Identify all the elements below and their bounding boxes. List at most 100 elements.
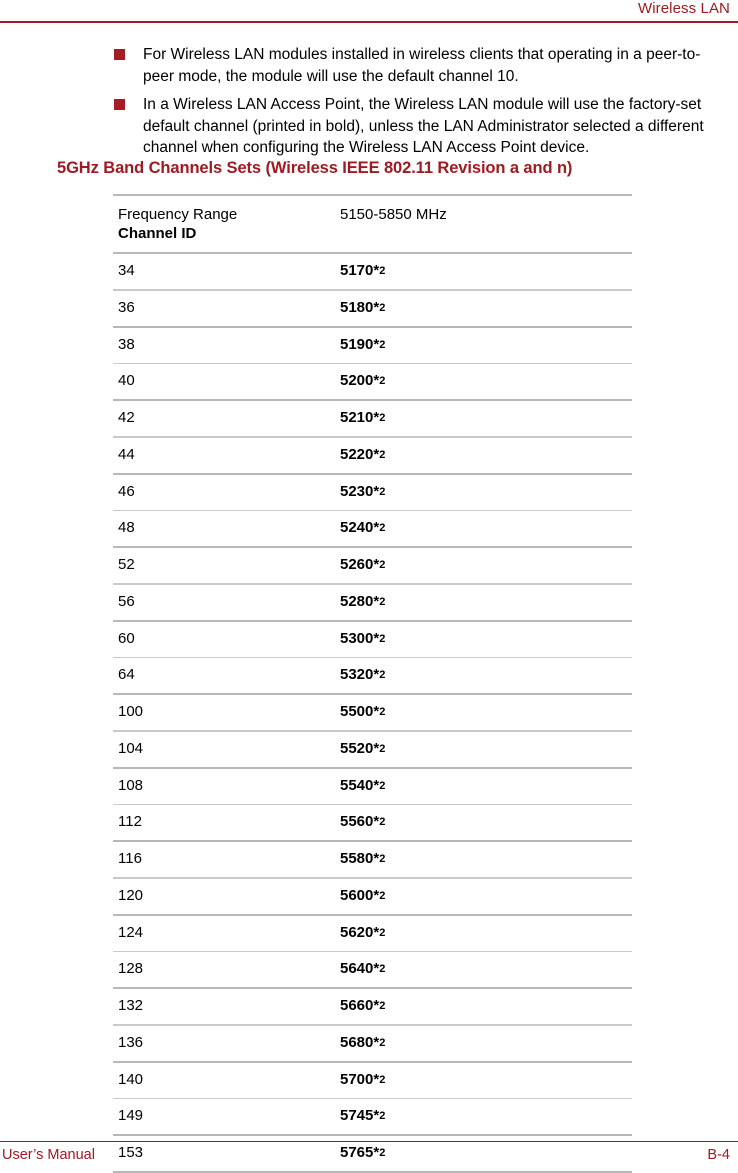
running-header: Wireless LAN xyxy=(0,0,738,22)
table-row: 56 5280*2 xyxy=(113,585,632,620)
frequency-value: 5700 xyxy=(340,1070,374,1088)
frequency-value: 5560 xyxy=(340,813,374,830)
table-body: 34 5170*2 36 5180*2 38 5190*2 40 5200*2 42 5210*2… xyxy=(113,252,632,1173)
frequency-value: 5580 xyxy=(340,850,374,867)
table-row: 120 5600*2 xyxy=(113,879,632,914)
table-header-cell-range: 5150-5850 MHz xyxy=(340,206,447,223)
footnote-index: 2 xyxy=(379,926,386,939)
frequency-value: 5210 xyxy=(340,409,374,426)
table-cell-frequency: 5580*2 xyxy=(340,842,632,877)
table-cell-frequency: 5745*2 xyxy=(340,1099,632,1134)
running-header-title: Wireless LAN xyxy=(637,0,730,17)
frequency-value: 5320 xyxy=(340,666,374,683)
table-row: 116 5580*2 xyxy=(113,842,632,877)
table-cell-frequency: 5210*2 xyxy=(340,401,632,436)
table-row: 44 5220*2 xyxy=(113,438,632,473)
table-cell-channel-id: 100 xyxy=(118,703,144,720)
footnote-index: 2 xyxy=(379,816,386,828)
table-cell-frequency: 5320*2 xyxy=(340,658,632,693)
frequency-value: 5200 xyxy=(340,372,374,389)
table-cell-channel-id: 52 xyxy=(118,556,135,573)
table-cell-channel-id: 128 xyxy=(118,960,144,977)
table-cell-frequency: 5300*2 xyxy=(340,622,632,657)
frequency-value: 5230 xyxy=(340,482,374,500)
frequency-value: 5620 xyxy=(340,923,374,941)
list-item-text: For Wireless LAN modules installed in wi… xyxy=(143,46,701,85)
square-bullet-icon xyxy=(114,99,125,110)
footnote-index: 2 xyxy=(379,742,386,755)
frequency-value: 5280 xyxy=(340,592,374,610)
section-heading: 5GHz Band Channels Sets (Wireless IEEE 8… xyxy=(57,159,573,177)
frequency-value: 5300 xyxy=(340,629,374,647)
table-cell-channel-id: 36 xyxy=(118,298,135,316)
table-cell-frequency: 5170*2 xyxy=(340,254,632,289)
table-row: 112 5560*2 xyxy=(113,805,632,840)
frequency-value: 5660 xyxy=(340,997,374,1014)
frequency-value: 5180 xyxy=(340,298,374,316)
footnote-index: 2 xyxy=(379,375,386,387)
table-row: 140 5700*2 xyxy=(113,1063,632,1098)
frequency-value: 5680 xyxy=(340,1033,374,1051)
table-cell-frequency: 5260*2 xyxy=(340,548,632,583)
table-cell-frequency: 5600*2 xyxy=(340,879,632,914)
table-cell-channel-id: 48 xyxy=(118,519,135,536)
footer-page-number: B-4 xyxy=(707,1147,730,1163)
table-cell-frequency: 5660*2 xyxy=(340,989,632,1024)
channel-frequency-table: Frequency Range Channel ID 5150-5850 MHz… xyxy=(113,194,632,1173)
table-cell-channel-id: 42 xyxy=(118,409,135,426)
footnote-index: 2 xyxy=(379,595,386,608)
table-cell-channel-id: 46 xyxy=(118,482,135,500)
table-cell-channel-id: 132 xyxy=(118,997,144,1014)
table-row: 64 5320*2 xyxy=(113,658,632,693)
list-item: In a Wireless LAN Access Point, the Wire… xyxy=(0,94,738,159)
frequency-value: 5640 xyxy=(340,960,374,977)
table-row: 104 5520*2 xyxy=(113,732,632,767)
footnote-index: 2 xyxy=(379,559,386,571)
table-cell-channel-id: 120 xyxy=(118,886,144,904)
table-cell-frequency: 5220*2 xyxy=(340,438,632,473)
table-row: 40 5200*2 xyxy=(113,364,632,399)
table-cell-channel-id: 112 xyxy=(118,813,142,830)
page-footer: User’s Manual B-4 xyxy=(0,1144,738,1166)
page-content: For Wireless LAN modules installed in wi… xyxy=(0,44,738,166)
table-cell-frequency: 5200*2 xyxy=(340,364,632,399)
table-row: 34 5170*2 xyxy=(113,254,632,289)
table-row: 149 5745*2 xyxy=(113,1099,632,1134)
table-row: 124 5620*2 xyxy=(113,916,632,951)
footnote-index: 2 xyxy=(379,963,386,975)
footnote-index: 2 xyxy=(379,889,386,902)
footnote-index: 2 xyxy=(379,448,386,461)
footnote-index: 2 xyxy=(379,669,386,681)
footnote-index: 2 xyxy=(379,301,386,314)
table-header-frequency-range-label: Frequency Range xyxy=(118,206,238,223)
frequency-value: 5220 xyxy=(340,445,374,463)
table-row: 46 5230*2 xyxy=(113,475,632,510)
table-cell-channel-id: 140 xyxy=(118,1070,144,1088)
table-cell-channel-id: 60 xyxy=(118,629,135,647)
table-cell-frequency: 5240*2 xyxy=(340,511,632,546)
table-header-channel-id-label: Channel ID xyxy=(118,225,197,242)
frequency-value: 5520 xyxy=(340,739,374,757)
table-row: 42 5210*2 xyxy=(113,401,632,436)
frequency-value: 5190 xyxy=(340,335,374,353)
table-header-row: Frequency Range Channel ID 5150-5850 MHz xyxy=(113,196,632,252)
frequency-value: 5170 xyxy=(340,262,374,279)
square-bullet-icon xyxy=(114,49,125,60)
table-cell-frequency: 5280*2 xyxy=(340,585,632,620)
footnote-index: 2 xyxy=(379,338,386,351)
footnote-index: 2 xyxy=(379,522,386,534)
table-row: 48 5240*2 xyxy=(113,511,632,546)
footnote-index: 2 xyxy=(379,1000,386,1012)
table-row: 136 5680*2 xyxy=(113,1026,632,1061)
table-cell-channel-id: 116 xyxy=(118,850,142,867)
notes-bullet-list: For Wireless LAN modules installed in wi… xyxy=(0,44,738,159)
table-cell-frequency: 5620*2 xyxy=(340,916,632,951)
footnote-index: 2 xyxy=(379,265,386,277)
table-cell-frequency: 5700*2 xyxy=(340,1063,632,1098)
footnote-index: 2 xyxy=(379,632,386,645)
table-cell-channel-id: 40 xyxy=(118,372,135,389)
table-row: 100 5500*2 xyxy=(113,695,632,730)
table-cell-frequency: 5680*2 xyxy=(340,1026,632,1061)
footnote-index: 2 xyxy=(379,1110,386,1122)
footnote-index: 2 xyxy=(379,1073,386,1086)
